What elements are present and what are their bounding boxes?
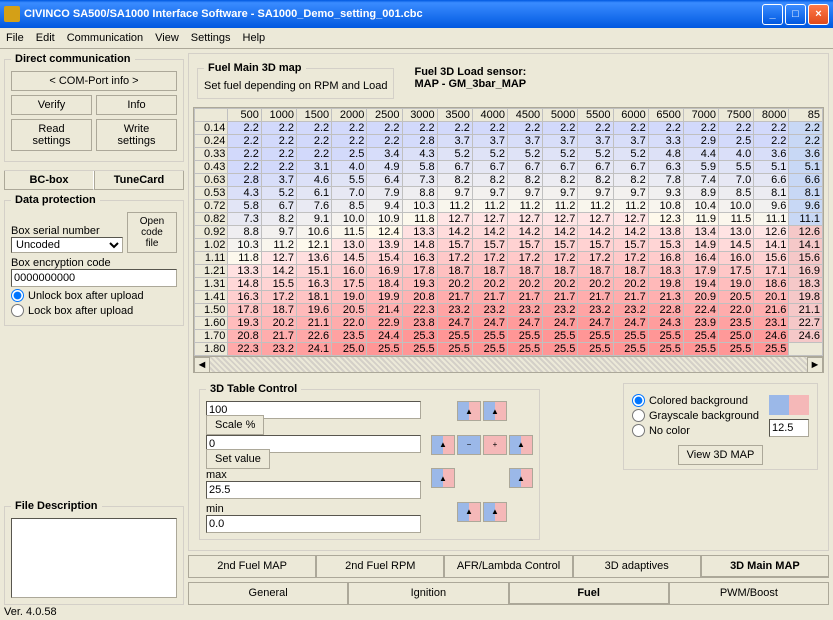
red-swatch bbox=[789, 395, 809, 415]
verify-button[interactable]: Verify bbox=[11, 95, 92, 115]
bcbox-tab[interactable]: BC-box bbox=[4, 171, 94, 190]
colored-bg-radio[interactable] bbox=[632, 394, 645, 407]
tab-general[interactable]: General bbox=[188, 583, 348, 605]
scroll-left-arrow[interactable]: ◄ bbox=[194, 357, 210, 373]
app-icon bbox=[4, 6, 20, 22]
loadsensor-label: Fuel 3D Load sensor: bbox=[414, 66, 526, 78]
data-protection-group: Data protection Box serial number Uncode… bbox=[4, 194, 184, 326]
loadsensor-value: MAP - GM_3bar_MAP bbox=[414, 78, 526, 90]
info-button[interactable]: Info bbox=[96, 95, 177, 115]
close-button[interactable]: × bbox=[808, 4, 829, 25]
step-down-left-icon[interactable]: ▲ bbox=[431, 468, 455, 488]
enc-label: Box encryption code bbox=[11, 257, 177, 269]
titlebar: CIVINCO SA500/SA1000 Interface Software … bbox=[0, 0, 833, 28]
minimize-button[interactable]: _ bbox=[762, 4, 783, 25]
view-3d-map-button[interactable]: View 3D MAP bbox=[678, 445, 764, 465]
curve-down-left-icon[interactable]: ▲ bbox=[457, 502, 481, 522]
menu-settings[interactable]: Settings bbox=[191, 32, 231, 44]
menu-view[interactable]: View bbox=[155, 32, 179, 44]
menu-file[interactable]: File bbox=[6, 32, 24, 44]
tab-2nd-fuel-map[interactable]: 2nd Fuel MAP bbox=[188, 556, 316, 578]
menubar: File Edit Communication View Settings Help bbox=[0, 28, 833, 49]
menu-edit[interactable]: Edit bbox=[36, 32, 55, 44]
tunecard-tab[interactable]: TuneCard bbox=[94, 171, 184, 190]
grayscale-bg-radio[interactable] bbox=[632, 409, 645, 422]
enc-input[interactable] bbox=[11, 269, 177, 287]
tab-2nd-fuel-rpm[interactable]: 2nd Fuel RPM bbox=[316, 556, 444, 578]
tab-3d-adaptives[interactable]: 3D adaptives bbox=[573, 556, 701, 578]
comport-info-button[interactable]: < COM-Port info > bbox=[11, 71, 177, 91]
min-input[interactable] bbox=[206, 515, 421, 533]
step-up-left-icon[interactable]: ▲ bbox=[431, 435, 455, 455]
scale-button[interactable]: Scale % bbox=[206, 415, 264, 435]
curve-up-left-icon[interactable]: ▲ bbox=[457, 401, 481, 421]
background-options: Colored background Grayscale background … bbox=[623, 383, 818, 470]
max-input[interactable] bbox=[206, 481, 421, 499]
version-label: Ver. 4.0.58 bbox=[4, 606, 57, 618]
tab-afr-lambda-control[interactable]: AFR/Lambda Control bbox=[444, 556, 572, 578]
blue-swatch bbox=[769, 395, 789, 415]
scroll-right-arrow[interactable]: ► bbox=[807, 357, 823, 373]
step-down-right-icon[interactable]: ▲ bbox=[509, 468, 533, 488]
plus-button[interactable]: + bbox=[483, 435, 507, 455]
menu-help[interactable]: Help bbox=[243, 32, 266, 44]
file-description-group: File Description bbox=[4, 500, 184, 605]
threshold-input[interactable] bbox=[769, 419, 809, 437]
write-settings-button[interactable]: Write settings bbox=[96, 119, 177, 151]
map-table: 5001000150020002500300035004000450050005… bbox=[194, 108, 823, 356]
serial-select[interactable]: Uncoded bbox=[11, 237, 123, 253]
h-scrollbar[interactable]: ◄ ► bbox=[194, 356, 823, 372]
tab-pwm-boost[interactable]: PWM/Boost bbox=[669, 583, 829, 605]
menu-communication[interactable]: Communication bbox=[67, 32, 143, 44]
window-title: CIVINCO SA500/SA1000 Interface Software … bbox=[24, 8, 762, 20]
map-title-group: Fuel Main 3D map Set fuel depending on R… bbox=[197, 62, 394, 99]
serial-label: Box serial number bbox=[11, 225, 123, 237]
map-desc: Set fuel depending on RPM and Load bbox=[204, 80, 387, 92]
map-table-wrap[interactable]: 5001000150020002500300035004000450050005… bbox=[193, 107, 824, 373]
tab-3d-main-map[interactable]: 3D Main MAP bbox=[701, 556, 829, 578]
direct-communication-group: Direct communication < COM-Port info > V… bbox=[4, 53, 184, 162]
tabs-lower: GeneralIgnitionFuelPWM/Boost bbox=[188, 582, 829, 605]
setvalue-button[interactable]: Set value bbox=[206, 449, 270, 469]
3d-table-control-group: 3D Table Control Scale % Set value max m… bbox=[199, 383, 540, 540]
adjust-buttons: ▲▲ ▲−+▲ ▲▲ ▲▲ bbox=[431, 401, 533, 533]
maximize-button[interactable]: □ bbox=[785, 4, 806, 25]
nocolor-radio[interactable] bbox=[632, 424, 645, 437]
curve-down-right-icon[interactable]: ▲ bbox=[483, 502, 507, 522]
read-settings-button[interactable]: Read settings bbox=[11, 119, 92, 151]
tab-fuel[interactable]: Fuel bbox=[509, 583, 669, 605]
curve-up-right-icon[interactable]: ▲ bbox=[483, 401, 507, 421]
tabs-upper: 2nd Fuel MAP2nd Fuel RPMAFR/Lambda Contr… bbox=[188, 555, 829, 578]
unlock-radio[interactable] bbox=[11, 289, 24, 302]
file-description-text[interactable] bbox=[11, 518, 177, 598]
minus-button[interactable]: − bbox=[457, 435, 481, 455]
open-code-file-button[interactable]: Open code file bbox=[127, 212, 177, 253]
tab-ignition[interactable]: Ignition bbox=[348, 583, 508, 605]
step-up-right-icon[interactable]: ▲ bbox=[509, 435, 533, 455]
lock-radio[interactable] bbox=[11, 304, 24, 317]
